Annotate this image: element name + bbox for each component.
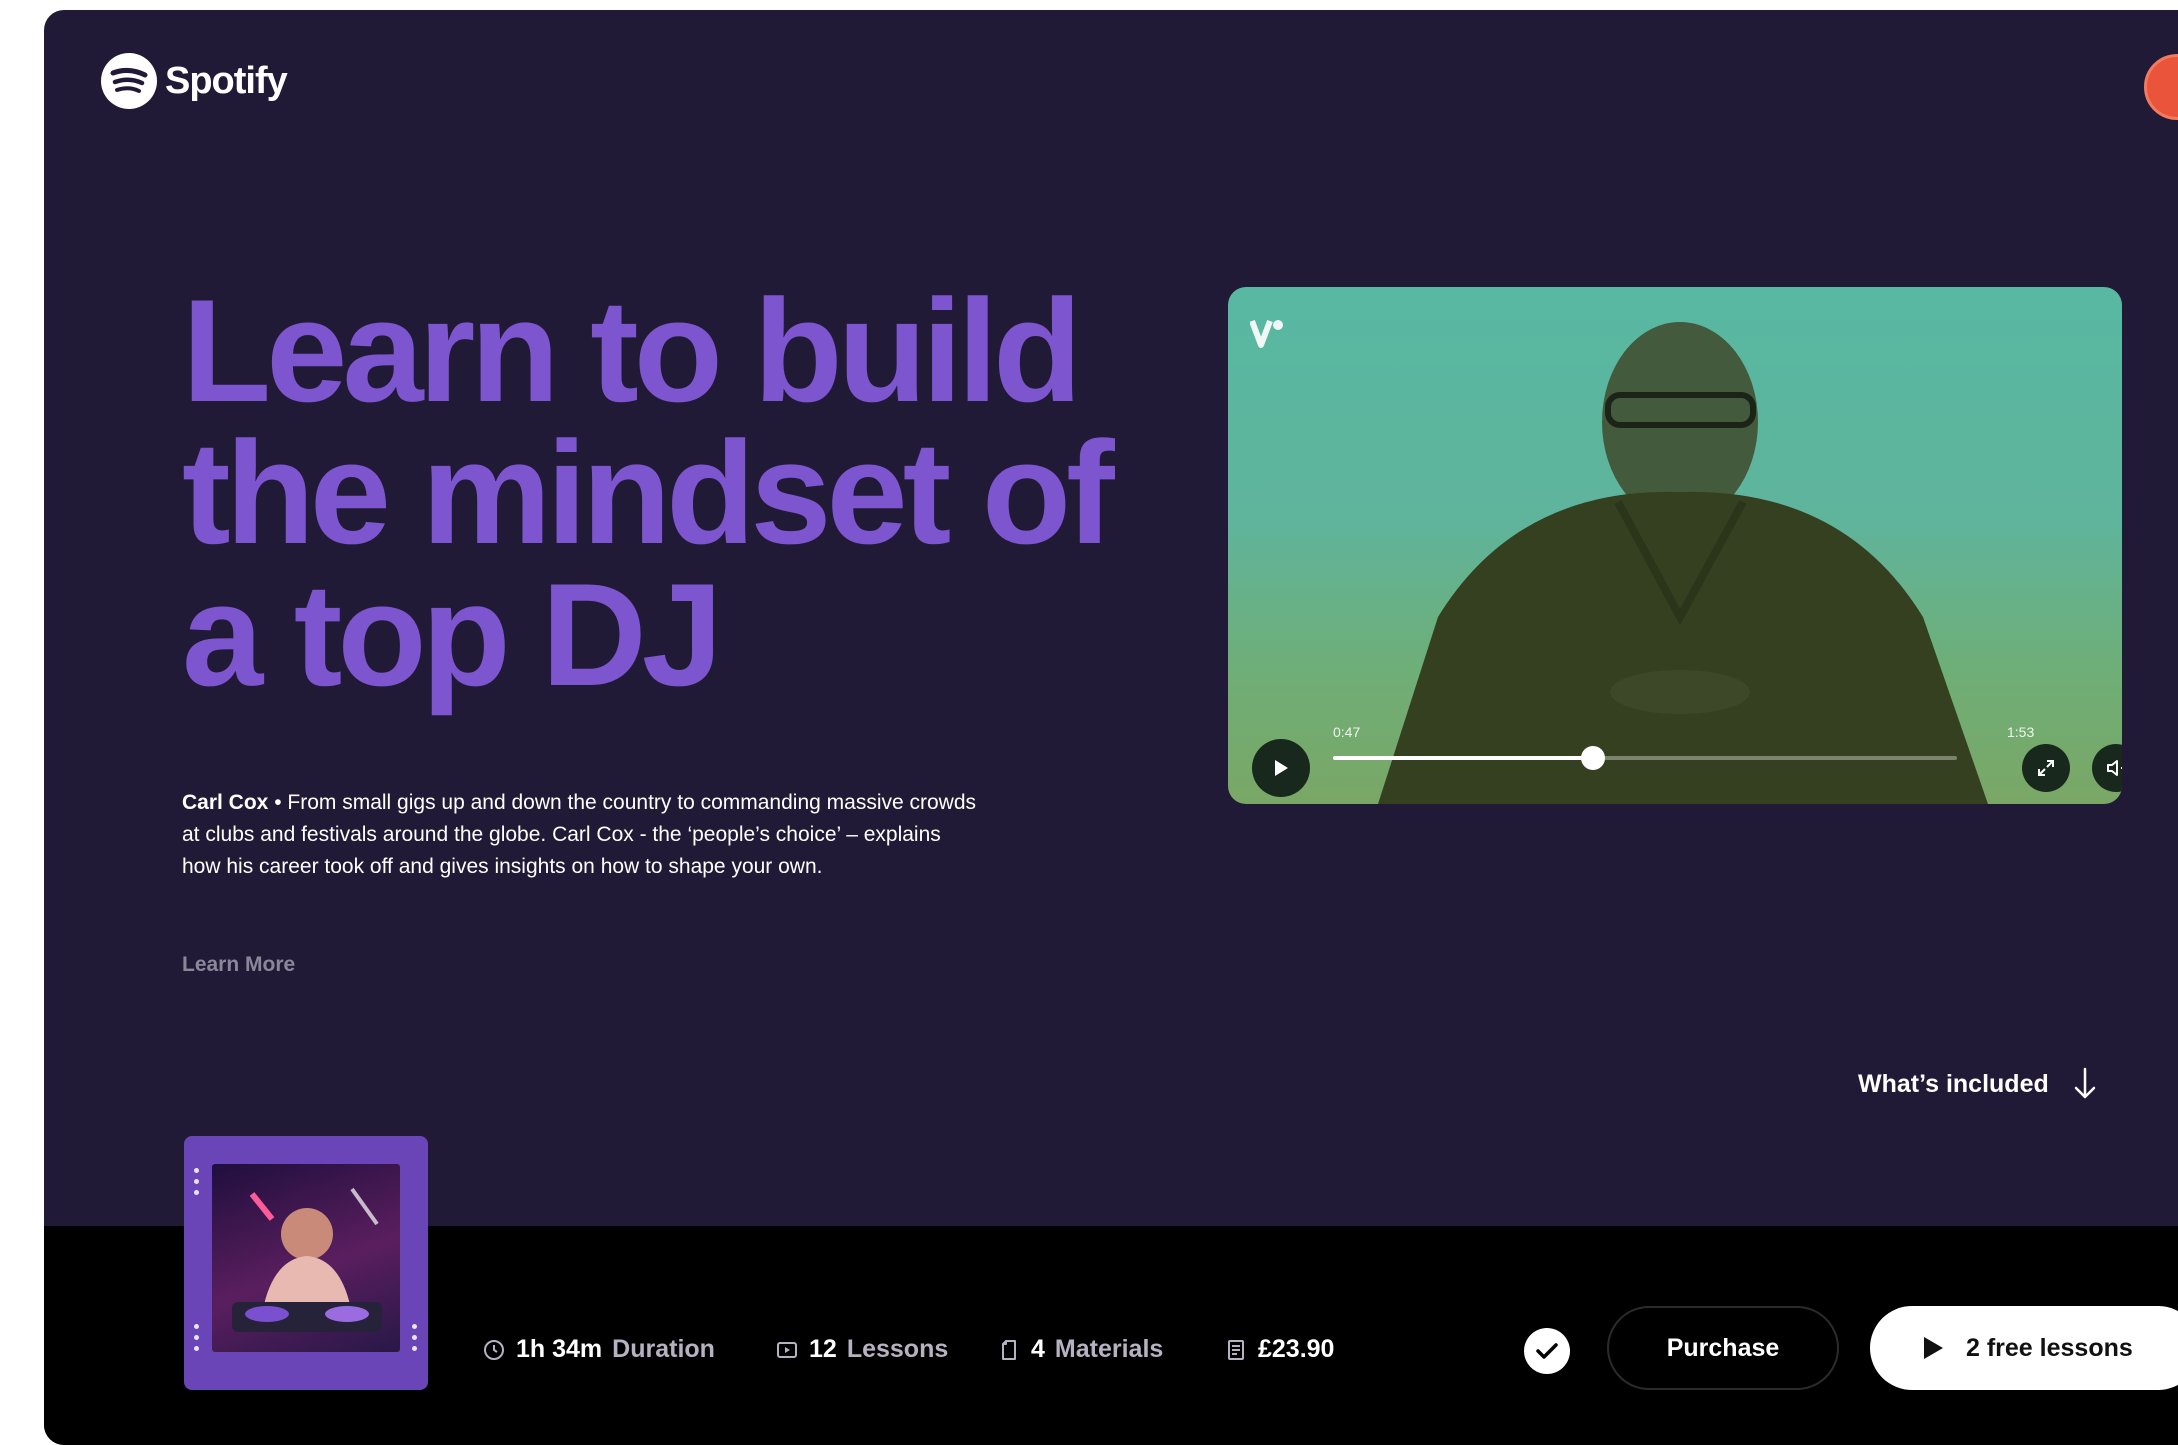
page-title: Learn to build the mindset of a top DJ xyxy=(182,269,1115,716)
expand-icon xyxy=(2038,760,2054,776)
progress-track[interactable] xyxy=(1333,746,1957,770)
duration-value: 1h 34m xyxy=(516,1335,603,1363)
clock-icon xyxy=(484,1339,504,1360)
duration-label: Duration xyxy=(612,1335,715,1363)
free-lessons-button[interactable]: 2 free lessons xyxy=(1870,1306,2178,1390)
check-icon xyxy=(1536,1343,1558,1359)
total-time: 1:53 xyxy=(2007,724,2035,740)
cover-film-dots-top xyxy=(194,1168,200,1202)
price-stat: £23.90 xyxy=(1224,1335,1334,1364)
brand-name: Spotify xyxy=(165,59,288,102)
fullscreen-button[interactable] xyxy=(2022,744,2070,792)
video-player[interactable]: 0:47 1:53 xyxy=(1228,287,2122,804)
receipt-icon xyxy=(1228,1339,1244,1360)
app-window: Spotify Learn to build the mindset of a … xyxy=(44,10,2178,1445)
lessons-value: 12 xyxy=(809,1335,837,1363)
spotify-logo[interactable]: Spotify xyxy=(101,53,288,109)
author-separator: • xyxy=(268,791,288,814)
lessons-label: Lessons xyxy=(846,1335,949,1363)
video-brand-icon xyxy=(1250,319,1283,348)
materials-label: Materials xyxy=(1054,1335,1164,1363)
current-time: 0:47 xyxy=(1333,724,1361,740)
course-cover-art[interactable] xyxy=(184,1136,428,1390)
whats-included-label: What’s included xyxy=(1858,1069,2049,1098)
volume-icon xyxy=(2107,760,2122,776)
arrow-down-icon xyxy=(2074,1067,2095,1099)
cover-dj-art xyxy=(232,1187,382,1332)
play-icon xyxy=(1275,760,1288,776)
duration-stat: 1h 34m Duration xyxy=(482,1335,715,1364)
play-icon xyxy=(1924,1337,1943,1359)
document-icon xyxy=(1002,1339,1016,1360)
user-avatar[interactable] xyxy=(2144,54,2178,120)
video-lesson-icon xyxy=(777,1341,797,1358)
learn-more-link[interactable]: Learn More xyxy=(182,953,295,977)
spotify-logo-icon xyxy=(101,53,157,109)
cover-film-dots-right xyxy=(412,1324,418,1358)
author-name: Carl Cox xyxy=(182,791,269,814)
save-check-button[interactable] xyxy=(1524,1328,1570,1374)
description-text: From small gigs up and down the country … xyxy=(182,791,977,878)
cover-image xyxy=(212,1164,400,1352)
materials-value: 4 xyxy=(1031,1335,1045,1363)
play-button[interactable] xyxy=(1252,739,1310,797)
purchase-button[interactable]: Purchase xyxy=(1607,1306,1839,1390)
free-lessons-label: 2 free lessons xyxy=(1966,1333,2133,1362)
video-frame-person xyxy=(1378,322,1988,804)
materials-stat: 4 Materials xyxy=(997,1335,1163,1364)
cover-film-dots-bottom xyxy=(194,1324,200,1358)
whats-included-link[interactable]: What’s included xyxy=(1858,1067,2097,1101)
course-description: Carl Cox • From small gigs up and down t… xyxy=(182,787,982,883)
price-value: £23.90 xyxy=(1258,1335,1335,1363)
progress-handle[interactable] xyxy=(1580,746,1605,770)
lessons-stat: 12 Lessons xyxy=(775,1335,948,1364)
progress-fill xyxy=(1333,756,1593,760)
